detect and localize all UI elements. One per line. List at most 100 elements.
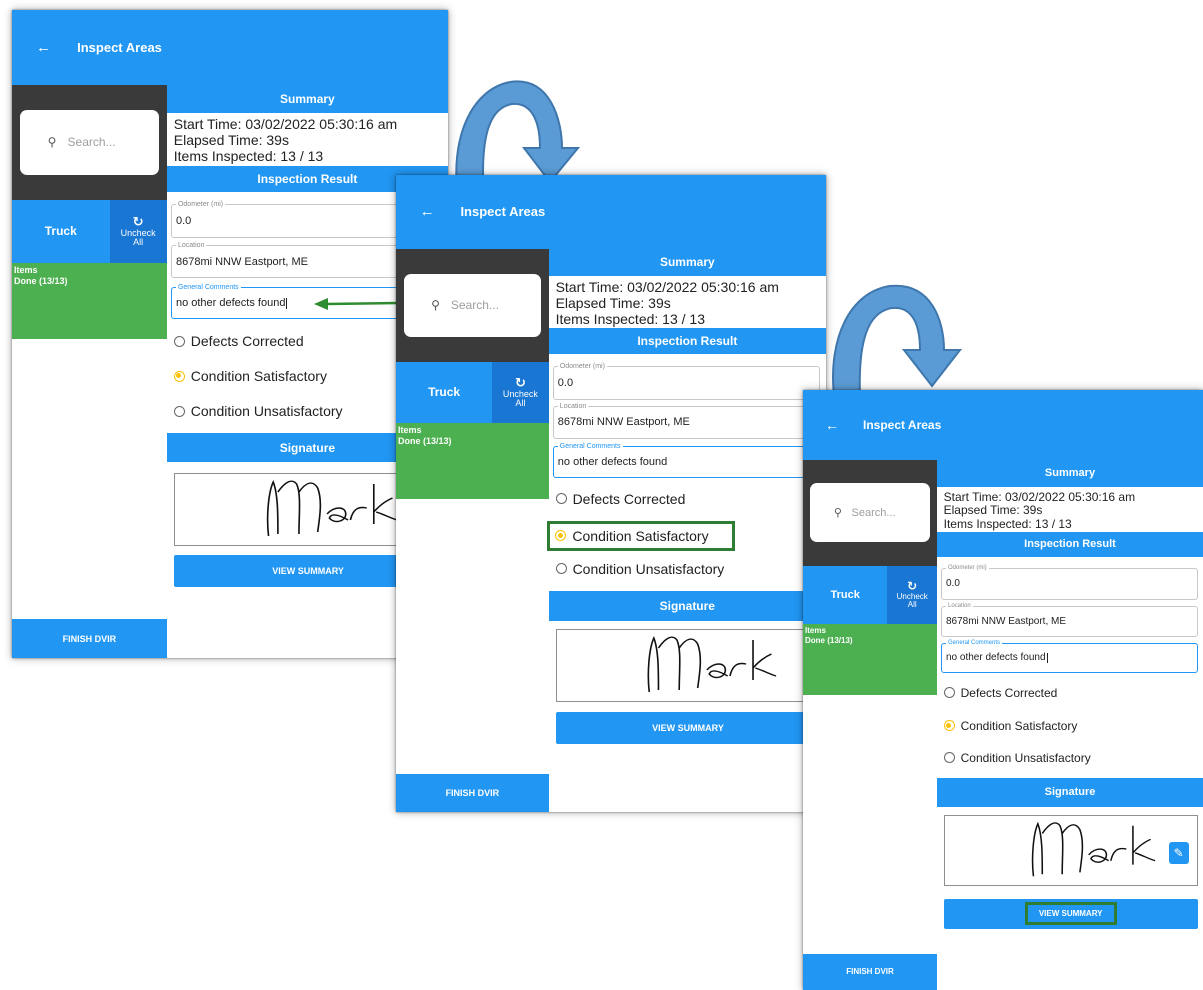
- search-input[interactable]: ⚲ Search...: [19, 110, 160, 175]
- uncheck-label-line2: All: [133, 237, 144, 248]
- comments-value: no other defects found: [945, 652, 1046, 664]
- uncheck-all-button[interactable]: ↻ Uncheck All: [110, 200, 167, 263]
- radio-condition-satisfactory[interactable]: Condition Satisfactory: [173, 368, 327, 385]
- back-arrow-icon[interactable]: ←: [36, 39, 51, 56]
- items-list-item[interactable]: Items Done (13/13): [396, 423, 549, 499]
- radio-label: Condition Unsatisfactory: [960, 750, 1091, 765]
- radio-icon: [173, 335, 185, 347]
- finish-dvir-button[interactable]: FINISH DVIR: [396, 773, 549, 812]
- odometer-field[interactable]: Odometer (mi) 0.0: [940, 565, 1198, 600]
- items-status: Done (13/13): [398, 436, 452, 447]
- items-inspected: Items Inspected: 13 / 13: [173, 148, 324, 165]
- radio-defects-corrected[interactable]: Defects Corrected: [943, 685, 1058, 700]
- sidebar: ⚲ Search... Truck ↻ Uncheck All Items Do…: [12, 85, 168, 658]
- location-value: 8678mi NNW Eastport, ME: [945, 615, 1067, 627]
- radio-condition-unsatisfactory[interactable]: Condition Unsatisfactory: [555, 561, 724, 577]
- inspection-result-header: Inspection Result: [937, 531, 1203, 557]
- screen-panel-1: ← Inspect Areas ⚲ Search... Truck ↻ Unch…: [12, 10, 448, 658]
- curved-arrow-icon: [832, 284, 963, 397]
- search-area: ⚲ Search...: [396, 248, 549, 362]
- screen-panel-3: ← Inspect Areas ⚲ Search... Truck ↻ Unch…: [803, 390, 1203, 990]
- radio-selected-icon: [173, 370, 185, 382]
- tab-truck[interactable]: Truck: [396, 361, 493, 424]
- uncheck-all-button[interactable]: ↻ Uncheck All: [887, 566, 937, 624]
- back-arrow-icon[interactable]: ←: [825, 417, 839, 433]
- comments-value-wrap: no other defects found: [175, 288, 288, 318]
- radio-condition-satisfactory[interactable]: Condition Satisfactory: [943, 718, 1078, 733]
- refresh-icon: ↻: [132, 213, 144, 229]
- location-field[interactable]: Location 8678mi NNW Eastport, ME: [552, 403, 821, 439]
- view-summary-button[interactable]: VIEW SUMMARY: [943, 898, 1198, 929]
- location-value: 8678mi NNW Eastport, ME: [557, 416, 690, 429]
- tab-truck[interactable]: Truck: [12, 199, 110, 263]
- items-status: Done (13/13): [14, 275, 68, 286]
- radio-condition-satisfactory[interactable]: Condition Satisfactory: [547, 520, 735, 551]
- category-tabs: Truck ↻ Uncheck All: [803, 565, 937, 625]
- finish-dvir-button[interactable]: FINISH DVIR: [803, 953, 937, 990]
- radio-label: Condition Satisfactory: [960, 718, 1078, 733]
- items-list-item[interactable]: Items Done (13/13): [12, 262, 167, 340]
- radio-label: Defects Corrected: [190, 333, 304, 350]
- start-time: Start Time: 03/02/2022 05:30:16 am: [173, 116, 398, 133]
- radio-icon: [943, 687, 955, 699]
- signature-image: [647, 635, 776, 692]
- odometer-value: 0.0: [175, 215, 192, 228]
- view-summary-label: VIEW SUMMARY: [1024, 902, 1117, 926]
- radio-condition-unsatisfactory[interactable]: Condition Unsatisfactory: [173, 403, 343, 420]
- view-summary-button[interactable]: VIEW SUMMARY: [555, 711, 821, 744]
- page-title: Inspect Areas: [77, 40, 162, 56]
- search-input[interactable]: ⚲ Search...: [809, 482, 931, 543]
- search-input[interactable]: ⚲ Search...: [403, 273, 542, 337]
- radio-selected-icon: [943, 720, 955, 732]
- items-inspected: Items Inspected: 13 / 13: [943, 516, 1072, 531]
- search-placeholder: Search...: [450, 298, 499, 313]
- uncheck-all-button[interactable]: ↻ Uncheck All: [492, 362, 548, 424]
- refresh-icon: ↻: [514, 375, 526, 391]
- summary-text: Start Time: 03/02/2022 05:30:16 am Elaps…: [173, 116, 398, 165]
- summary-text: Start Time: 03/02/2022 05:30:16 am Elaps…: [943, 490, 1135, 532]
- category-tabs: Truck ↻ Uncheck All: [396, 361, 549, 424]
- radio-label: Condition Unsatisfactory: [190, 403, 343, 420]
- odometer-value: 0.0: [557, 376, 574, 389]
- radio-defects-corrected[interactable]: Defects Corrected: [555, 491, 685, 507]
- search-placeholder: Search...: [851, 506, 896, 519]
- category-tabs: Truck ↻ Uncheck All: [12, 199, 167, 263]
- signature-box[interactable]: ✎: [943, 814, 1198, 886]
- items-list-item[interactable]: Items Done (13/13): [803, 624, 937, 695]
- refresh-icon: ↻: [907, 579, 918, 594]
- radio-label: Condition Satisfactory: [190, 368, 327, 385]
- signature-header: Signature: [937, 777, 1203, 807]
- radio-icon: [173, 405, 185, 417]
- comments-value: no other defects found: [175, 297, 286, 310]
- summary-header: Summary: [937, 459, 1203, 487]
- search-placeholder: Search...: [67, 135, 116, 150]
- radio-label: Defects Corrected: [960, 685, 1058, 700]
- location-field[interactable]: Location 8678mi NNW Eastport, ME: [940, 603, 1198, 637]
- items-title: Items: [398, 425, 422, 436]
- tab-truck[interactable]: Truck: [803, 565, 888, 625]
- radio-condition-unsatisfactory[interactable]: Condition Unsatisfactory: [943, 750, 1091, 765]
- search-icon: ⚲: [431, 298, 440, 313]
- page-title: Inspect Areas: [863, 417, 942, 432]
- signature-box[interactable]: ✎: [555, 628, 825, 702]
- finish-dvir-button[interactable]: FINISH DVIR: [12, 619, 167, 658]
- items-title: Items: [14, 264, 38, 275]
- page-title: Inspect Areas: [460, 204, 546, 220]
- general-comments-field[interactable]: General Comments no other defects found: [552, 443, 821, 478]
- app-bar: ← Inspect Areas: [396, 175, 826, 249]
- inspection-result-header: Inspection Result: [548, 327, 826, 354]
- start-time: Start Time: 03/02/2022 05:30:16 am: [555, 278, 779, 295]
- radio-defects-corrected[interactable]: Defects Corrected: [173, 333, 304, 350]
- elapsed-time: Elapsed Time: 39s: [173, 132, 289, 149]
- general-comments-field[interactable]: General Comments no other defects found: [940, 640, 1198, 673]
- radio-label: Condition Satisfactory: [572, 527, 709, 544]
- sidebar: ⚲ Search... Truck ↻ Uncheck All Items Do…: [396, 248, 550, 812]
- comments-value-wrap: no other defects found: [946, 644, 1048, 672]
- text-cursor: [1046, 652, 1048, 663]
- signature-header: Signature: [548, 590, 826, 621]
- elapsed-time: Elapsed Time: 39s: [555, 294, 671, 311]
- pencil-icon[interactable]: ✎: [1168, 841, 1189, 864]
- back-arrow-icon[interactable]: ←: [420, 203, 435, 220]
- odometer-field[interactable]: Odometer (mi) 0.0: [552, 363, 821, 400]
- app-bar: ← Inspect Areas: [12, 10, 448, 86]
